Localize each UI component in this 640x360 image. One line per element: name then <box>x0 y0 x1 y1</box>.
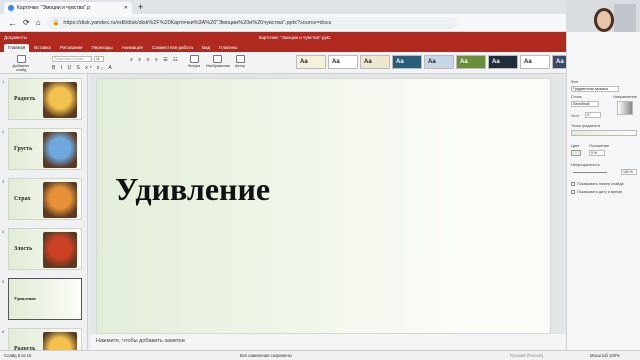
emotion-face-image <box>43 82 77 118</box>
layout-icon <box>189 55 199 63</box>
slide-number: 2 <box>2 129 5 134</box>
docs-label[interactable]: Документы <box>4 35 27 40</box>
slide-title[interactable]: Удивление <box>115 171 270 208</box>
picture-button[interactable]: Изображение <box>206 55 230 68</box>
slide-thumbnail-label: Грусть <box>14 146 33 152</box>
direction-preview[interactable] <box>617 101 633 115</box>
notes-area[interactable]: Нажмите, чтобы добавить заметки <box>90 334 566 350</box>
theme-thumbnail[interactable]: Aa <box>424 55 454 69</box>
ribbon-tab[interactable]: Вид <box>198 44 214 52</box>
url-text: https://disk.yandex.ru/edit/disk/disk%2F… <box>63 19 332 26</box>
color-swatch[interactable] <box>571 150 581 156</box>
ribbon-tabs: Главная Вставка Рисование Переходы Анимация С… <box>0 42 566 52</box>
ribbon-tab[interactable]: Главная <box>4 44 30 52</box>
slide-number: 4 <box>2 229 5 234</box>
date-checkbox[interactable] <box>571 190 575 194</box>
theme-thumbnail[interactable]: Aa <box>328 55 358 69</box>
style-label: Стиль <box>571 95 582 99</box>
slide-panel: 1 Радость 2 Грусть 3 Страх 4 Злость 5 Удивление 6 Р… <box>0 74 88 350</box>
editor-title-bar: Документы Карточки: "Эмоции и чувства".p… <box>0 32 566 42</box>
properties-panel: Фон Градиентная заливка Стиль Линейный Н… <box>566 32 640 350</box>
ribbon-tab[interactable]: Рисование <box>56 44 87 52</box>
home-icon[interactable]: ⌂ <box>36 18 41 27</box>
theme-thumbnail[interactable]: Aa <box>520 55 550 69</box>
ribbon-tab[interactable]: Совместная работа <box>148 44 197 52</box>
opacity-field[interactable]: 100 % <box>621 169 637 175</box>
address-bar: ← ⟳ ⌂ 🔒 https://disk.yandex.ru/edit/disk… <box>0 14 640 32</box>
gradient-points-label: Точки градиента <box>571 124 600 128</box>
add-slide-icon <box>16 55 26 63</box>
theme-thumbnail[interactable]: Aa <box>392 55 422 69</box>
date-label: Показывать дату и время <box>577 190 622 194</box>
tab-title: Карточки: "Эмоции и чувства".p <box>17 5 91 11</box>
emotion-face-image <box>43 332 77 350</box>
theme-thumbnail[interactable]: Aa <box>456 55 486 69</box>
slide-thumbnail[interactable]: Злость <box>8 228 82 270</box>
angle-label: Угол <box>571 114 579 118</box>
save-status: Все изменения сохранены <box>240 353 292 358</box>
slide-thumbnail-label: Радость <box>14 96 36 102</box>
theme-thumbnail[interactable]: Aa <box>360 55 390 69</box>
theme-thumbnail[interactable]: Aa <box>488 55 518 69</box>
lock-icon: 🔒 <box>52 19 60 26</box>
slide-number: 5 <box>2 279 5 284</box>
emotion-face-image <box>43 182 77 218</box>
slide-number: 6 <box>2 329 5 334</box>
gradient-slider[interactable] <box>571 130 637 136</box>
opacity-label: Непрозрачность <box>571 163 600 167</box>
url-field[interactable]: 🔒 https://disk.yandex.ru/edit/disk/disk%… <box>46 16 457 29</box>
document-title: Карточки: "Эмоции и чувства".pptx <box>258 34 331 40</box>
slide-thumbnail-label: Злость <box>14 246 33 252</box>
slide-thumbnail[interactable]: Страх <box>8 178 82 220</box>
slide-number-checkbox[interactable] <box>571 182 575 186</box>
ribbon-tab[interactable]: Переходы <box>88 44 117 52</box>
theme-gallery: Aa Aa Aa Aa Aa Aa Aa Aa Aa <box>296 55 582 69</box>
slide-number: 1 <box>2 79 5 84</box>
refresh-icon[interactable]: ⟳ <box>23 18 30 27</box>
browser-tab[interactable]: Карточки: "Эмоции и чувства".p ✕ <box>4 2 132 14</box>
formatting-icons[interactable]: B I U S x² x₂ A <box>52 65 114 71</box>
slide-thumbnail[interactable]: Удивление <box>8 278 82 320</box>
position-field[interactable]: 0 % <box>589 150 605 156</box>
slide-thumbnail[interactable]: Радость <box>8 328 82 350</box>
theme-thumbnail[interactable]: Aa <box>296 55 326 69</box>
font-size-select[interactable]: 11 <box>94 56 104 62</box>
style-select[interactable]: Линейный <box>571 101 599 107</box>
close-icon[interactable]: ✕ <box>124 5 128 11</box>
ribbon-tab[interactable]: Плагины <box>215 44 241 52</box>
ribbon-tab[interactable]: Анимация <box>118 44 147 52</box>
position-label: Положение <box>589 144 610 148</box>
opacity-slider[interactable] <box>573 172 607 173</box>
text-icon <box>235 55 245 63</box>
new-tab-icon[interactable]: + <box>138 2 143 12</box>
slide-thumbnail[interactable]: Радость <box>8 78 82 120</box>
paragraph-icons[interactable]: ≡ ≡ ≡ ≡ ☰ ☷ <box>130 57 180 63</box>
back-icon[interactable]: ← <box>8 18 17 28</box>
slide-thumbnail-label: Удивление <box>14 296 36 301</box>
picture-icon <box>212 55 222 63</box>
fill-select[interactable]: Градиентная заливка <box>571 86 619 92</box>
emotion-face-image <box>43 132 77 168</box>
ribbon-tab[interactable]: Вставка <box>30 44 55 52</box>
color-label: Цвет <box>571 144 580 148</box>
slide-counter: Слайд 5 из 10 <box>4 353 32 358</box>
font-family-select[interactable]: Times New Roman <box>52 56 92 62</box>
fill-label: Фон <box>571 80 579 84</box>
slide-thumbnail-label: Страх <box>14 196 31 202</box>
zoom-level[interactable]: Масштаб 100% <box>590 353 620 358</box>
yandex-icon <box>8 5 14 11</box>
slide-number-label: Показывать номер слайда <box>577 182 624 186</box>
emotion-face-image <box>43 232 77 268</box>
text-button[interactable]: Автор <box>232 55 248 68</box>
status-bar: Слайд 5 из 10 Все изменения сохранены Ру… <box>0 350 640 360</box>
slide-number: 3 <box>2 179 5 184</box>
language-indicator[interactable]: Русский (Россия) <box>510 353 543 358</box>
direction-label: Направление <box>613 95 637 99</box>
add-slide-button[interactable]: Добавить слайд <box>10 55 32 72</box>
current-slide[interactable]: Удивление <box>96 78 551 334</box>
slide-thumbnail[interactable]: Грусть <box>8 128 82 170</box>
angle-field[interactable]: 0 ° <box>585 112 601 118</box>
browser-tab-bar: Карточки: "Эмоции и чувства".p ✕ + <box>0 0 640 14</box>
layout-button[interactable]: Фигура <box>186 55 202 68</box>
